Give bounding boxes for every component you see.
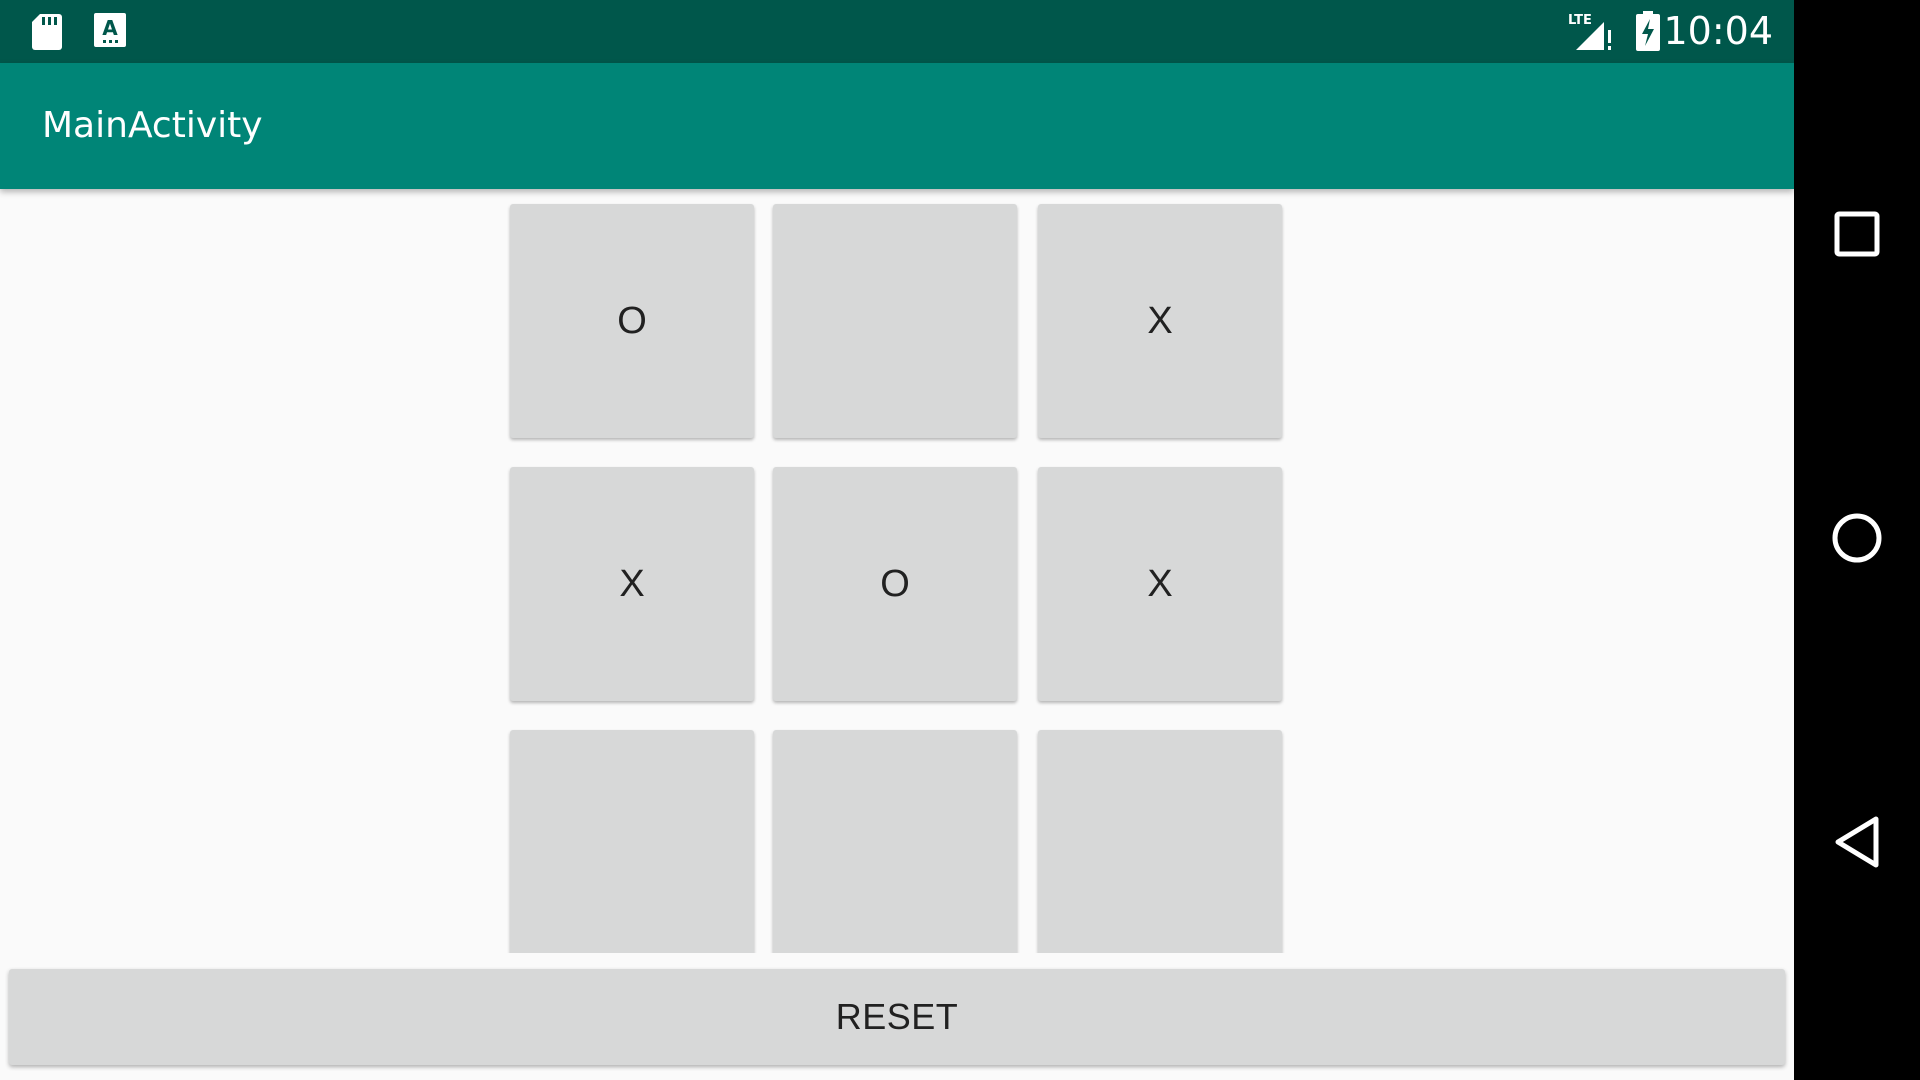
app-title: MainActivity [42, 105, 263, 146]
cell-1-0[interactable]: X [510, 467, 754, 701]
cell-1-2[interactable]: X [1038, 467, 1282, 701]
cell-2-0[interactable] [510, 730, 754, 953]
cell-2-2[interactable] [1038, 730, 1282, 953]
cell-0-0[interactable]: O [510, 204, 754, 438]
cell-0-1[interactable] [773, 204, 1017, 438]
status-bar: A LTE 10:04 [0, 0, 1794, 63]
network-label: LTE [1568, 13, 1592, 28]
cell-2-1[interactable] [773, 730, 1017, 953]
keyboard-a-icon: A [94, 13, 126, 53]
back-button[interactable] [1822, 809, 1892, 879]
status-time: 10:04 [1663, 9, 1773, 53]
reset-button[interactable]: RESET [9, 969, 1785, 1065]
svg-text:A: A [102, 16, 118, 40]
cell-1-1[interactable]: O [773, 467, 1017, 701]
battery-charging-icon [1636, 11, 1660, 55]
sd-card-icon [31, 13, 63, 55]
tic-tac-toe-board: O X X O X [0, 189, 1794, 953]
recents-button[interactable] [1822, 201, 1892, 271]
back-triangle-icon [1832, 815, 1882, 873]
home-circle-icon [1831, 512, 1883, 568]
screen: A LTE 10:04 MainActivity O X X O X RESET [0, 0, 1920, 1080]
app-bar: MainActivity [0, 63, 1794, 189]
navigation-bar [1794, 0, 1920, 1080]
content-area: O X X O X RESET [0, 189, 1794, 1080]
cell-0-2[interactable]: X [1038, 204, 1282, 438]
lte-signal-icon: LTE [1566, 10, 1616, 56]
home-button[interactable] [1822, 505, 1892, 575]
recents-square-icon [1834, 211, 1880, 261]
